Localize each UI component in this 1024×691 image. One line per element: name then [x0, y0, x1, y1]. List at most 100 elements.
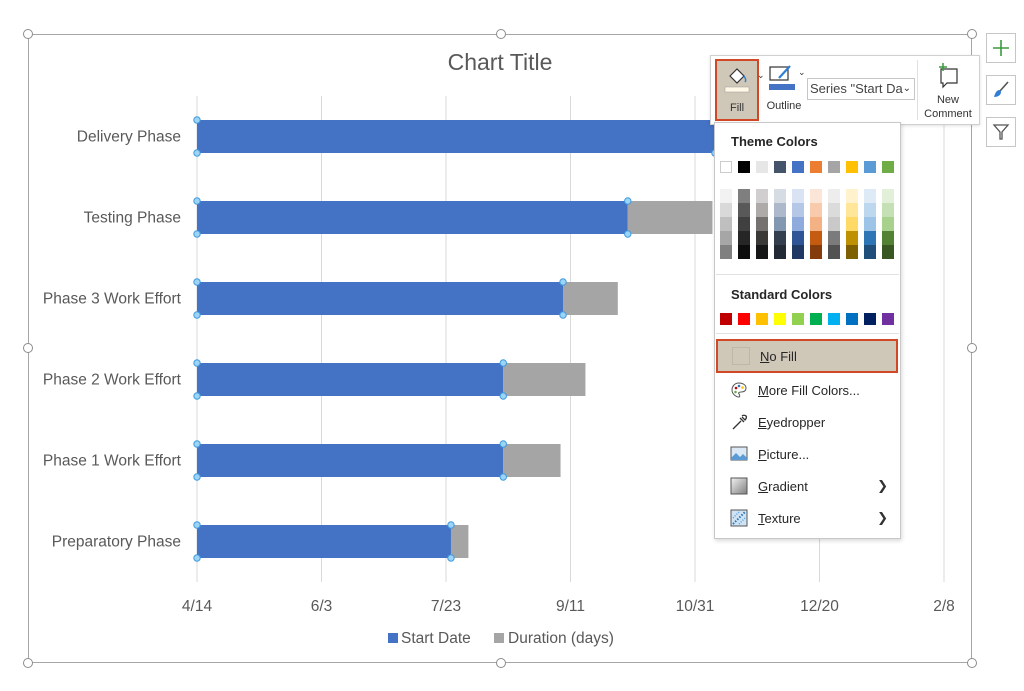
theme-color-shade-swatch[interactable] [882, 231, 894, 245]
theme-color-shade-swatch[interactable] [720, 189, 732, 203]
theme-color-shade-swatch[interactable] [792, 245, 804, 259]
bar-start-date[interactable] [197, 444, 504, 477]
selection-handle[interactable] [559, 311, 567, 319]
standard-color-swatch[interactable] [882, 313, 894, 325]
theme-color-shade-swatch[interactable] [828, 245, 840, 259]
selection-handle[interactable] [193, 521, 201, 529]
theme-color-swatch[interactable] [738, 161, 750, 173]
selection-handle[interactable] [193, 149, 201, 157]
selection-handle[interactable] [193, 116, 201, 124]
bar-duration[interactable] [503, 444, 561, 477]
bar-duration[interactable] [563, 282, 618, 315]
standard-color-swatch[interactable] [720, 313, 732, 325]
theme-color-shade-swatch[interactable] [846, 231, 858, 245]
theme-color-shade-swatch[interactable] [864, 189, 876, 203]
selection-handle[interactable] [193, 311, 201, 319]
theme-color-shade-swatch[interactable] [774, 231, 786, 245]
theme-color-shade-swatch[interactable] [756, 245, 768, 259]
theme-color-shade-swatch[interactable] [738, 217, 750, 231]
chart-elements-button[interactable] [986, 33, 1016, 63]
theme-color-shade-swatch[interactable] [738, 245, 750, 259]
bar-start-date[interactable] [197, 120, 715, 153]
bar-start-date[interactable] [197, 363, 504, 396]
theme-color-shade-swatch[interactable] [810, 245, 822, 259]
new-comment-button[interactable]: New Comment [919, 59, 977, 121]
legend-swatch-duration[interactable] [494, 633, 504, 643]
standard-color-swatch[interactable] [792, 313, 804, 325]
selection-handle[interactable] [624, 230, 632, 238]
selection-handle[interactable] [447, 554, 455, 562]
theme-color-shade-swatch[interactable] [738, 203, 750, 217]
theme-color-shade-swatch[interactable] [810, 203, 822, 217]
theme-color-shade-swatch[interactable] [882, 217, 894, 231]
theme-color-shade-swatch[interactable] [792, 217, 804, 231]
legend-label-duration[interactable]: Duration (days) [508, 630, 614, 647]
theme-color-shade-swatch[interactable] [828, 231, 840, 245]
selection-handle[interactable] [193, 473, 201, 481]
selection-handle[interactable] [499, 440, 507, 448]
theme-color-shade-swatch[interactable] [882, 245, 894, 259]
theme-color-swatch[interactable] [720, 161, 732, 173]
bar-start-date[interactable] [197, 525, 451, 558]
selection-handle[interactable] [447, 521, 455, 529]
bar-duration[interactable] [627, 201, 713, 234]
series-select-dropdown[interactable]: Series "Start Da ⌄ [807, 78, 915, 100]
selection-handle[interactable] [193, 392, 201, 400]
theme-color-shade-swatch[interactable] [720, 203, 732, 217]
theme-color-shade-swatch[interactable] [864, 231, 876, 245]
selection-handle[interactable] [624, 197, 632, 205]
theme-color-shade-swatch[interactable] [846, 245, 858, 259]
no-fill-menu-item[interactable]: No Fill [716, 339, 898, 373]
fill-button[interactable]: Fill [715, 59, 759, 121]
theme-color-shade-swatch[interactable] [810, 231, 822, 245]
theme-color-shade-swatch[interactable] [846, 203, 858, 217]
selection-handle[interactable] [193, 554, 201, 562]
theme-color-shade-swatch[interactable] [882, 189, 894, 203]
standard-color-swatch[interactable] [864, 313, 876, 325]
bar-start-date[interactable] [197, 282, 564, 315]
theme-color-swatch[interactable] [774, 161, 786, 173]
standard-color-swatch[interactable] [828, 313, 840, 325]
theme-color-shade-swatch[interactable] [720, 217, 732, 231]
theme-color-shade-swatch[interactable] [774, 217, 786, 231]
outline-button[interactable]: ⌄ Outline [763, 59, 805, 121]
more-fill-colors-menu-item[interactable]: More Fill Colors... [716, 375, 898, 405]
theme-color-shade-swatch[interactable] [774, 245, 786, 259]
standard-color-swatch[interactable] [846, 313, 858, 325]
theme-color-shade-swatch[interactable] [828, 217, 840, 231]
theme-color-shade-swatch[interactable] [810, 189, 822, 203]
theme-color-shade-swatch[interactable] [738, 231, 750, 245]
gradient-menu-item[interactable]: Gradient ❯ [716, 471, 898, 501]
theme-color-shade-swatch[interactable] [792, 189, 804, 203]
legend-swatch-start-date[interactable] [388, 633, 398, 643]
standard-color-swatch[interactable] [774, 313, 786, 325]
standard-color-swatch[interactable] [810, 313, 822, 325]
bar-start-date[interactable] [197, 201, 628, 234]
theme-color-shade-swatch[interactable] [720, 231, 732, 245]
theme-color-shade-swatch[interactable] [828, 203, 840, 217]
bar-duration[interactable] [503, 363, 586, 396]
theme-color-shade-swatch[interactable] [720, 245, 732, 259]
theme-color-shade-swatch[interactable] [756, 189, 768, 203]
theme-color-shade-swatch[interactable] [756, 231, 768, 245]
theme-color-swatch[interactable] [792, 161, 804, 173]
selection-handle[interactable] [193, 440, 201, 448]
theme-color-shade-swatch[interactable] [846, 217, 858, 231]
theme-color-swatch[interactable] [810, 161, 822, 173]
theme-color-shade-swatch[interactable] [792, 203, 804, 217]
selection-handle[interactable] [193, 230, 201, 238]
theme-color-swatch[interactable] [846, 161, 858, 173]
theme-color-swatch[interactable] [882, 161, 894, 173]
theme-color-shade-swatch[interactable] [738, 189, 750, 203]
standard-color-swatch[interactable] [756, 313, 768, 325]
selection-handle[interactable] [559, 278, 567, 286]
selection-handle[interactable] [499, 392, 507, 400]
theme-color-shade-swatch[interactable] [828, 189, 840, 203]
theme-color-shade-swatch[interactable] [756, 217, 768, 231]
theme-color-shade-swatch[interactable] [882, 203, 894, 217]
legend-label-start-date[interactable]: Start Date [401, 630, 471, 647]
selection-handle[interactable] [499, 473, 507, 481]
theme-color-shade-swatch[interactable] [756, 203, 768, 217]
theme-color-shade-swatch[interactable] [774, 189, 786, 203]
theme-color-shade-swatch[interactable] [864, 203, 876, 217]
